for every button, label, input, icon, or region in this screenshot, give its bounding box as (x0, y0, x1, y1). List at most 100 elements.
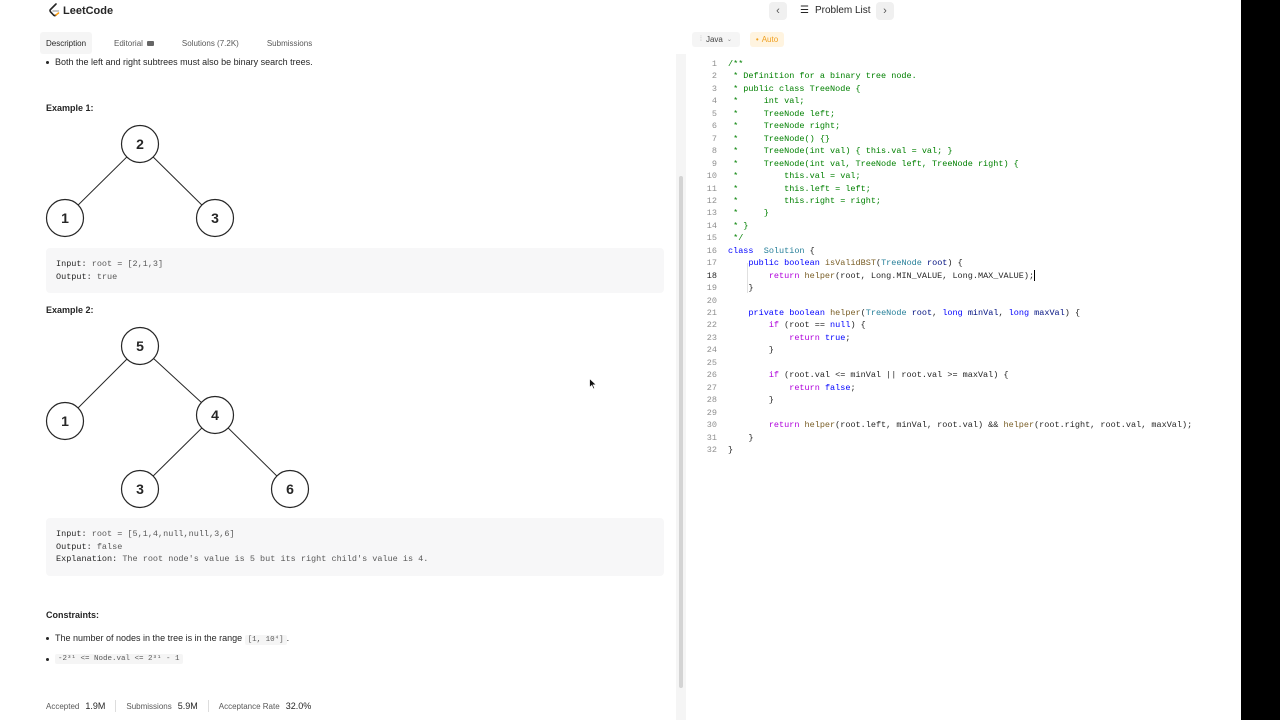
line-content: /** (728, 59, 744, 69)
code-line[interactable]: 4 * int val; (690, 95, 1241, 108)
line-number: 21 (706, 308, 717, 318)
problem-list-button[interactable]: ☰ Problem List (800, 5, 871, 16)
line-number: 12 (706, 195, 717, 206)
submissions-value: 5.9M (177, 701, 198, 711)
code-line[interactable]: 22 if (root == null) { (690, 319, 1241, 332)
line-number: 8 (711, 146, 717, 157)
code-line[interactable]: 28 } (690, 394, 1241, 407)
code-line[interactable]: 17 public boolean isValidBST(TreeNode ro… (690, 257, 1241, 270)
code-line[interactable]: 19 } (690, 282, 1241, 295)
line-content: class Solution { (728, 245, 815, 256)
svg-text:3: 3 (211, 210, 219, 226)
tab-description[interactable]: Description (40, 32, 93, 54)
line-content: * } (728, 208, 769, 219)
example2-title: Example 2: (46, 305, 94, 315)
code-line[interactable]: 13 * } (690, 207, 1241, 220)
line-content: } (728, 283, 754, 294)
line-number: 24 (706, 345, 717, 356)
line-number: 1 (711, 59, 717, 69)
code-line[interactable]: 29 (690, 407, 1241, 420)
code-line[interactable]: 15 */ (690, 232, 1241, 245)
list-item: -2³¹ <= Node.val <= 2³¹ - 1 (46, 654, 183, 664)
code-line[interactable]: 16 class Solution { (690, 245, 1241, 258)
code-line[interactable]: 14 * } (690, 220, 1241, 233)
output-value: true (96, 271, 118, 282)
line-content: * TreeNode left; (728, 108, 836, 119)
line-content: * TreeNode(int val, TreeNode left, TreeN… (728, 158, 1019, 169)
autosave-badge[interactable]: • Auto (749, 32, 785, 47)
line-content: } (728, 395, 774, 406)
code-line[interactable]: 24 } (690, 344, 1241, 357)
tree-node: 3 (195, 198, 235, 238)
tab-editorial[interactable]: Editorial (108, 32, 160, 54)
code-editor[interactable]: 1 /** 2 * Definition for a binary tree nod… (690, 58, 1241, 720)
code-line[interactable]: 9 * TreeNode(int val, TreeNode left, Tre… (690, 158, 1241, 171)
code-line[interactable]: 12 * this.right = right; (690, 195, 1241, 208)
code-line[interactable]: 27 return false; (690, 382, 1241, 395)
constraints-title: Constraints: (46, 610, 100, 620)
line-number: 6 (711, 121, 717, 132)
code-line[interactable]: 31 } (690, 432, 1241, 445)
line-content: * this.left = left; (728, 183, 871, 194)
line-number: 23 (706, 332, 717, 343)
code-line[interactable]: 20 (690, 295, 1241, 308)
line-number: 15 (706, 233, 717, 244)
divider (207, 700, 209, 712)
svg-text:5: 5 (136, 338, 144, 354)
line-content: * this.val = val; (728, 171, 861, 182)
line-content: * TreeNode(int val) { this.val = val; } (728, 146, 953, 157)
code-line[interactable]: 8 * TreeNode(int val) { this.val = val; … (690, 145, 1241, 158)
editor-toolbar: ⁞ Java ⌄ • Auto (692, 32, 785, 47)
code-line[interactable]: 7 * TreeNode() {} (690, 133, 1241, 146)
tree-node: 5 (120, 326, 160, 366)
list-item: Both the left and right subtrees must al… (46, 57, 313, 67)
autosave-label: Auto (761, 35, 779, 44)
line-number: 14 (706, 220, 717, 231)
logo-text: LeetCode (63, 4, 114, 17)
code-line[interactable]: 18 return helper(root, Long.MIN_VALUE, L… (690, 269, 1241, 283)
line-number: 27 (706, 382, 717, 393)
problem-description: Both the left and right subtrees must al… (40, 54, 676, 720)
line-number: 31 (706, 432, 717, 443)
chevron-right-icon: › (883, 5, 887, 17)
tab-submissions[interactable]: Submissions (261, 32, 318, 54)
line-number: 4 (711, 96, 717, 107)
code-line[interactable]: 25 (690, 357, 1241, 370)
bullet-dot (46, 637, 49, 640)
line-content: return true; (789, 332, 851, 343)
problem-stats: Accepted 1.9M Submissions 5.9M Acceptanc… (46, 700, 311, 712)
line-content: * } (728, 220, 749, 231)
code-line[interactable]: 3 * public class TreeNode { (690, 83, 1241, 96)
code-line[interactable]: 23 return true; (690, 332, 1241, 345)
code-line[interactable]: 11 * this.left = left; (690, 183, 1241, 196)
example1-output: Output: true (56, 271, 654, 284)
code-line[interactable]: 10 * this.val = val; (690, 170, 1241, 183)
line-content: */ (728, 233, 744, 244)
line-number: 29 (706, 407, 717, 418)
acceptance-rate-value: 32.0% (285, 701, 312, 711)
drag-handle-icon: ⁞ (700, 36, 702, 43)
code-line[interactable]: 2 * Definition for a binary tree node. (690, 70, 1241, 83)
line-content: * this.right = right; (728, 195, 882, 206)
example1-io-block: Input: root = [2,1,3] Output: true (46, 248, 664, 293)
leetcode-logo[interactable]: LeetCode (48, 3, 113, 18)
tab-solutions[interactable]: Solutions (7.2K) (176, 32, 245, 54)
description-scrollbar[interactable] (679, 176, 683, 688)
line-content: if (root.val <= minVal || root.val >= ma… (768, 370, 1009, 381)
code-line[interactable]: 30 return helper(root.left, minVal, root… (690, 419, 1241, 432)
line-number: 17 (706, 258, 717, 269)
input-value: root = [2,1,3] (91, 259, 164, 269)
example2-explanation: Explanation: The root node's value is 5 … (56, 553, 654, 566)
code-line[interactable]: 1 /** (690, 58, 1241, 71)
code-line[interactable]: 21 private boolean helper(TreeNode root,… (690, 307, 1241, 320)
code-line[interactable]: 32} (690, 444, 1241, 457)
code-line[interactable]: 5 * TreeNode left; (690, 108, 1241, 121)
output-value: false (96, 541, 123, 552)
language-select[interactable]: ⁞ Java ⌄ (692, 32, 740, 47)
accepted-label: Accepted (46, 701, 80, 711)
leetcode-window: LeetCode ‹ ☰ Problem List › Description … (0, 0, 1241, 720)
code-line[interactable]: 26 if (root.val <= minVal || root.val >=… (690, 369, 1241, 382)
prev-problem-button[interactable]: ‹ (769, 2, 787, 20)
next-problem-button[interactable]: › (876, 2, 894, 20)
code-line[interactable]: 6 * TreeNode right; (690, 120, 1241, 133)
